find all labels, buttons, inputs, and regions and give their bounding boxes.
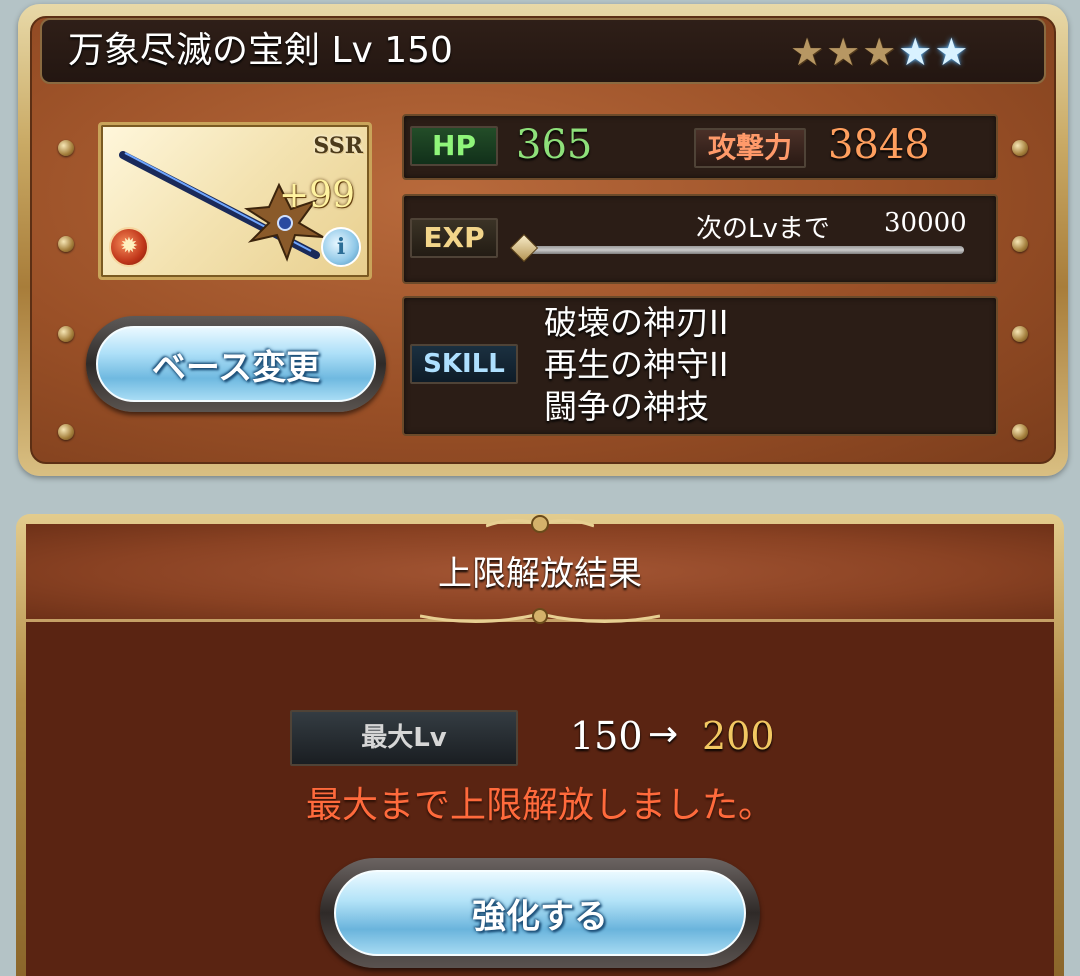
bronze-star-icon: ★ <box>790 30 825 74</box>
base-change-button[interactable]: ベース変更 <box>86 316 386 412</box>
exp-tag: EXP <box>410 218 498 258</box>
skill-item[interactable]: 再生の神守II <box>544 344 728 386</box>
bronze-star-icon: ★ <box>862 30 897 74</box>
exp-next-value: 30000 <box>884 208 967 238</box>
arrow-icon: → <box>648 714 679 755</box>
base-change-label: ベース変更 <box>151 347 321 388</box>
hp-tag: HP <box>410 126 498 166</box>
info-icon[interactable]: i <box>321 227 361 267</box>
exp-next-label: 次のLvまで <box>696 214 830 244</box>
skill-item[interactable]: 破壊の神刃II <box>544 302 728 344</box>
lv-from-value: 150 <box>570 714 643 758</box>
skill-list: 破壊の神刃II 再生の神守II 闘争の神技 <box>544 302 728 428</box>
rivet-icon <box>58 140 74 156</box>
max-lv-tag: 最大Lv <box>290 710 518 766</box>
weapon-card[interactable]: SSR +99 ✹ i <box>98 122 372 280</box>
skill-tag: SKILL <box>410 344 518 384</box>
blue-star-icon: ★ <box>898 30 933 74</box>
rivet-icon <box>58 424 74 440</box>
rivet-icon <box>58 236 74 252</box>
ssr-badge: SSR <box>313 133 363 159</box>
skill-item[interactable]: 闘争の神技 <box>544 386 728 428</box>
plus-badge: +99 <box>279 175 355 216</box>
upgrade-button[interactable]: 強化する <box>320 858 760 968</box>
rivet-icon <box>1012 236 1028 252</box>
result-title: 上限解放結果 <box>438 554 642 594</box>
exp-bar <box>522 246 964 254</box>
upgrade-label: 強化する <box>472 896 608 937</box>
weapon-title: 万象尽滅の宝剣 Lv 150 <box>68 30 453 71</box>
rivet-icon <box>58 326 74 342</box>
rivet-icon <box>1012 326 1028 342</box>
attack-tag: 攻撃力 <box>694 128 806 168</box>
bronze-star-icon: ★ <box>826 30 861 74</box>
rivet-icon <box>1012 140 1028 156</box>
fire-element-icon: ✹ <box>109 227 149 267</box>
attack-value: 3848 <box>828 122 930 168</box>
result-message: 最大まで上限解放しました。 <box>305 785 774 826</box>
rarity-stars: ★ ★ ★ ★ ★ <box>790 30 968 74</box>
blue-star-icon: ★ <box>934 30 969 74</box>
rivet-icon <box>1012 424 1028 440</box>
ornament-icon <box>486 515 594 533</box>
lv-to-value: 200 <box>702 714 775 758</box>
ornament-icon <box>420 608 660 624</box>
hp-value: 365 <box>516 122 593 168</box>
